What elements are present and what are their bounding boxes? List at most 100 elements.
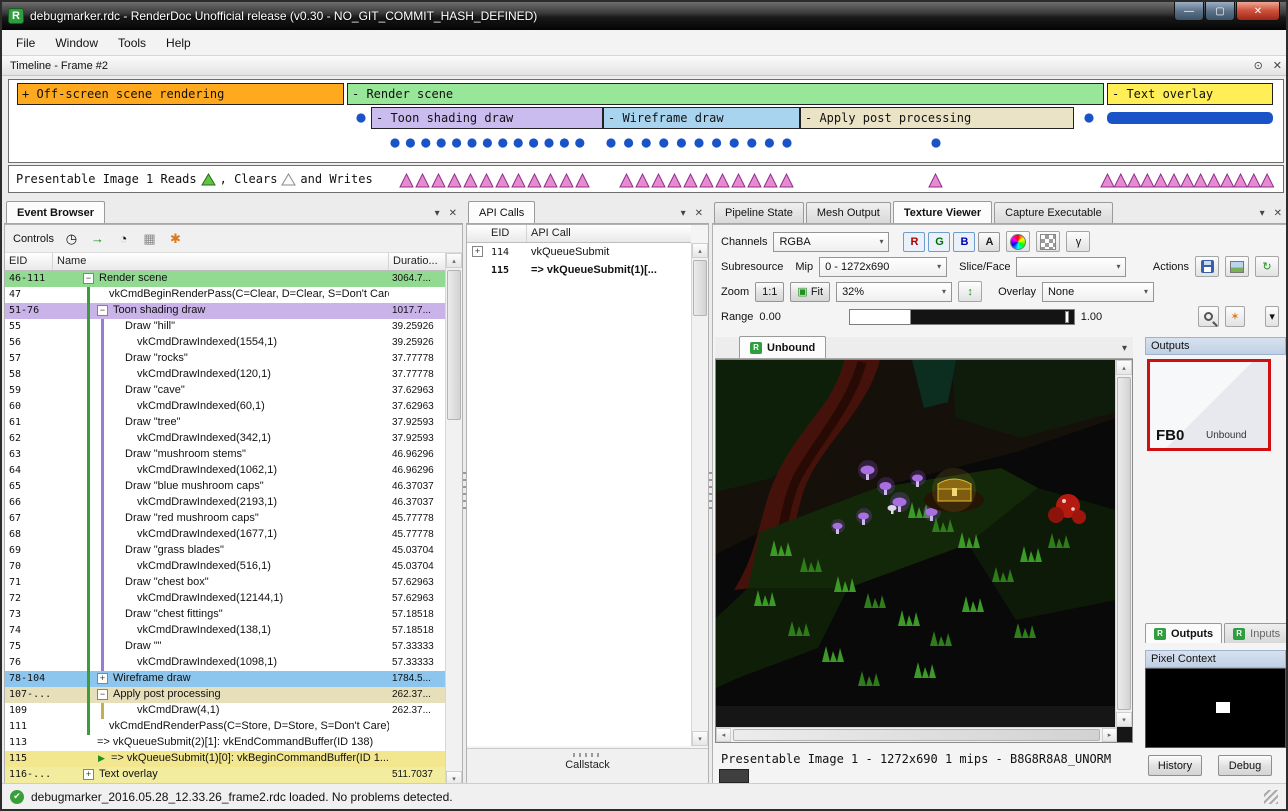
api-call-row[interactable]: 115=> vkQueueSubmit(1)[... bbox=[467, 261, 691, 279]
panel-menu-icon[interactable]: ▾ bbox=[1260, 208, 1265, 219]
close-icon[interactable]: ✕ bbox=[449, 208, 457, 219]
panel-menu-icon[interactable]: ▾ bbox=[435, 208, 440, 219]
event-row[interactable]: 71Draw "chest box"57.62963 bbox=[5, 575, 445, 591]
tab-mesh-output[interactable]: Mesh Output bbox=[806, 202, 891, 223]
zoom-1to1-button[interactable]: 1:1 bbox=[755, 282, 784, 302]
event-row[interactable]: 76vkCmdDrawIndexed(1098,1)57.33333 bbox=[5, 655, 445, 671]
column-eid[interactable]: EID bbox=[467, 225, 527, 242]
timeline-activity[interactable]: + Off-screen scene rendering- Render sce… bbox=[8, 79, 1284, 163]
expand-icon[interactable]: + bbox=[472, 246, 483, 257]
fit-button[interactable]: ▣Fit bbox=[790, 282, 830, 302]
event-row[interactable]: 46-111−Render scene3064.7... bbox=[5, 271, 445, 287]
sliceface-select[interactable] bbox=[1016, 257, 1126, 277]
zoom-select[interactable]: 32% bbox=[836, 282, 952, 302]
channel-b-button[interactable]: B bbox=[953, 232, 975, 252]
collapse-icon[interactable]: − bbox=[83, 273, 94, 284]
event-row[interactable]: 107-...−Apply post processing262.37... bbox=[5, 687, 445, 703]
channel-a-button[interactable]: A bbox=[978, 232, 1000, 252]
texture-canvas[interactable]: ▴ ▾ ◂ ▸ bbox=[715, 359, 1133, 743]
scrollbar-thumb[interactable] bbox=[447, 270, 461, 420]
event-row[interactable]: 47vkCmdBeginRenderPass(C=Clear, D=Clear,… bbox=[5, 287, 445, 303]
channel-r-button[interactable]: R bbox=[903, 232, 925, 252]
autofit-range-button[interactable] bbox=[1198, 306, 1219, 327]
timeline-block[interactable]: - Text overlay bbox=[1107, 83, 1273, 105]
event-row[interactable]: 68vkCmdDrawIndexed(1677,1)45.77778 bbox=[5, 527, 445, 543]
panel-menu-icon[interactable]: ▾ bbox=[681, 208, 686, 219]
scroll-down-icon[interactable]: ▾ bbox=[692, 731, 708, 746]
event-row[interactable]: 69Draw "grass blades"45.03704 bbox=[5, 543, 445, 559]
stopwatch-icon[interactable]: ◷ bbox=[63, 230, 80, 247]
event-browser-columns[interactable]: EID Name Duratio... bbox=[5, 253, 445, 271]
tab-texture-viewer[interactable]: Texture Viewer bbox=[893, 201, 992, 223]
scroll-left-icon[interactable]: ◂ bbox=[716, 728, 731, 742]
event-row[interactable]: 113=> vkQueueSubmit(2)[1]: vkEndCommandB… bbox=[5, 735, 445, 751]
scroll-right-icon[interactable]: ▸ bbox=[1102, 728, 1117, 742]
texture-list-caret-icon[interactable]: ▾ bbox=[1122, 343, 1127, 354]
column-duration[interactable]: Duratio... bbox=[389, 253, 445, 270]
menu-item-help[interactable]: Help bbox=[156, 32, 201, 54]
splitter-grip[interactable] bbox=[573, 753, 603, 757]
channel-g-button[interactable]: G bbox=[928, 232, 950, 252]
refresh-button[interactable]: ↻ bbox=[1255, 256, 1279, 277]
event-row[interactable]: 109vkCmdDraw(4,1)262.37... bbox=[5, 703, 445, 719]
tab-capture-executable[interactable]: Capture Executable bbox=[994, 202, 1113, 223]
event-row[interactable]: 56vkCmdDrawIndexed(1554,1)39.25926 bbox=[5, 335, 445, 351]
timeline-header[interactable]: Timeline - Frame #2 ⊙ ✕ bbox=[2, 56, 1288, 76]
range-handle[interactable] bbox=[1065, 311, 1069, 323]
expand-icon[interactable]: + bbox=[83, 769, 94, 780]
menu-item-file[interactable]: File bbox=[6, 32, 45, 54]
tab-pipeline-state[interactable]: Pipeline State bbox=[714, 202, 804, 223]
collapse-icon[interactable]: − bbox=[97, 689, 108, 700]
timeline-sub-block[interactable]: - Toon shading draw bbox=[371, 107, 603, 129]
tab-outputs[interactable]: ROutputs bbox=[1145, 623, 1222, 643]
scrollbar-thumb[interactable] bbox=[1117, 377, 1131, 710]
event-row[interactable]: 70vkCmdDrawIndexed(516,1)45.03704 bbox=[5, 559, 445, 575]
save-button[interactable] bbox=[1195, 256, 1219, 277]
scrollbar-thumb[interactable] bbox=[693, 260, 707, 316]
maximize-button[interactable]: ▢ bbox=[1205, 2, 1235, 21]
event-row[interactable]: 78-104+Wireframe draw1784.5... bbox=[5, 671, 445, 687]
resize-grip[interactable] bbox=[1264, 790, 1278, 804]
expand-icon[interactable]: + bbox=[97, 673, 108, 684]
column-name[interactable]: Name bbox=[53, 253, 389, 270]
event-row[interactable]: 60vkCmdDrawIndexed(60,1)37.62963 bbox=[5, 399, 445, 415]
pixel-context-view[interactable] bbox=[1145, 668, 1286, 748]
timeline-sub-block[interactable]: - Wireframe draw bbox=[603, 107, 800, 129]
event-row[interactable]: 73Draw "chest fittings"57.18518 bbox=[5, 607, 445, 623]
tab-unbound[interactable]: R Unbound bbox=[739, 336, 826, 358]
menu-item-window[interactable]: Window bbox=[45, 32, 108, 54]
event-row[interactable]: 58vkCmdDrawIndexed(120,1)37.77778 bbox=[5, 367, 445, 383]
event-row[interactable]: 61Draw "tree"37.92593 bbox=[5, 415, 445, 431]
close-icon[interactable]: ✕ bbox=[695, 208, 703, 219]
scroll-down-icon[interactable]: ▾ bbox=[1116, 712, 1132, 727]
range-options-button[interactable]: ▾ bbox=[1265, 306, 1279, 327]
close-button[interactable]: ✕ bbox=[1236, 2, 1280, 21]
timeline-block[interactable]: + Off-screen scene rendering bbox=[17, 83, 344, 105]
event-row[interactable]: 115▶=> vkQueueSubmit(1)[0]: vkBeginComma… bbox=[5, 751, 445, 767]
collapse-icon[interactable]: − bbox=[97, 305, 108, 316]
texture-vscrollbar[interactable]: ▴ ▾ bbox=[1115, 360, 1132, 727]
scrollbar-thumb[interactable] bbox=[733, 729, 1100, 741]
flip-y-button[interactable]: ↕ bbox=[958, 281, 982, 302]
scroll-up-icon[interactable]: ▴ bbox=[1116, 360, 1132, 375]
history-button[interactable]: History bbox=[1148, 755, 1202, 776]
event-row[interactable]: 59Draw "cave"37.62963 bbox=[5, 383, 445, 399]
open-image-button[interactable] bbox=[1225, 256, 1249, 277]
texture-hscrollbar[interactable]: ◂ ▸ bbox=[716, 727, 1117, 742]
pin-icon[interactable]: ⊙ bbox=[1254, 59, 1263, 72]
column-eid[interactable]: EID bbox=[5, 253, 53, 270]
timeline-block[interactable]: - Render scene bbox=[347, 83, 1104, 105]
colorwheel-button[interactable] bbox=[1006, 231, 1030, 252]
event-row[interactable]: 74vkCmdDrawIndexed(138,1)57.18518 bbox=[5, 623, 445, 639]
background-checker-button[interactable] bbox=[1036, 231, 1060, 252]
event-row[interactable]: 51-76−Toon shading draw1017.7... bbox=[5, 303, 445, 319]
event-row[interactable]: 116-...+Text overlay511.7037 bbox=[5, 767, 445, 783]
close-icon[interactable]: ✕ bbox=[1274, 208, 1282, 219]
range-slider[interactable] bbox=[849, 309, 1075, 325]
event-row[interactable]: 67Draw "red mushroom caps"45.77778 bbox=[5, 511, 445, 527]
event-row[interactable]: 65Draw "blue mushroom caps"46.37037 bbox=[5, 479, 445, 495]
event-row[interactable]: 63Draw "mushroom stems"46.96296 bbox=[5, 447, 445, 463]
event-row[interactable]: 55Draw "hill"39.25926 bbox=[5, 319, 445, 335]
time-durations-icon[interactable]: ◔ bbox=[115, 230, 132, 247]
title-bar[interactable]: R debugmarker.rdc - RenderDoc Unofficial… bbox=[2, 2, 1286, 30]
